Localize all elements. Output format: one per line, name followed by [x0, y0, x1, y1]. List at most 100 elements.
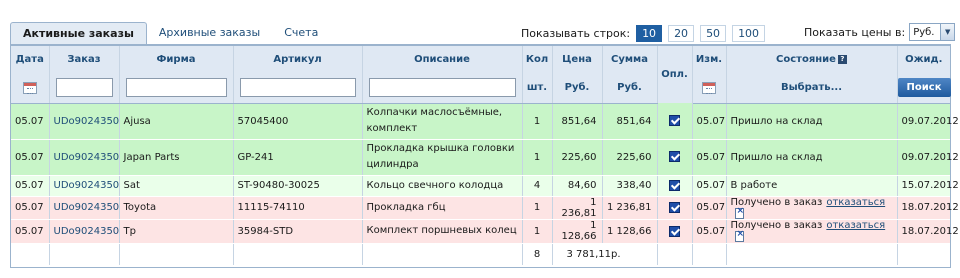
paid-checkbox[interactable] [669, 202, 680, 213]
order-link[interactable]: UDo9024350 [54, 202, 120, 213]
totals-empty-cell [49, 243, 120, 265]
cell-paid [657, 219, 693, 244]
cell-firm: Ajusa [119, 103, 234, 140]
col-header-expected[interactable]: Ожид. [897, 46, 950, 73]
cell-price: 1 128,66 [552, 219, 603, 244]
status-text: Получено в заказ [730, 220, 823, 231]
totals-empty-cell [11, 243, 50, 265]
status-choose-link[interactable]: Выбрать... [781, 82, 842, 93]
tab-invoices[interactable]: Счета [272, 22, 330, 44]
cell-date: 05.07 [11, 103, 50, 140]
cancel-document-icon[interactable] [734, 229, 744, 242]
rows-option-10[interactable]: 10 [636, 25, 663, 42]
cancel-order-link[interactable]: отказаться [826, 197, 885, 208]
cancel-order-link[interactable]: отказаться [826, 220, 885, 231]
col-subheader-sum: Руб. [602, 73, 658, 104]
cell-paid [657, 175, 693, 197]
col-header-sum[interactable]: Сумма [602, 46, 658, 73]
currency-select[interactable]: Руб. ▼ [909, 23, 956, 41]
firm-filter-input[interactable] [125, 78, 227, 98]
paid-checkbox[interactable] [669, 151, 680, 163]
totals-empty-cell [119, 243, 234, 265]
firm-filter-cell [119, 73, 234, 104]
cell-order[interactable]: UDo9024350 [49, 103, 120, 140]
col-header-paid[interactable]: Опл. [657, 46, 693, 103]
cell-expected: 09.07.2012 [897, 139, 959, 176]
col-subheader-qty: шт. [522, 73, 553, 104]
cell-changed: 05.07 [692, 196, 727, 220]
cell-price: 225,60 [552, 139, 603, 176]
col-header-price[interactable]: Цена [552, 46, 603, 73]
cell-qty: 4 [522, 175, 553, 197]
cell-status: Пришло на склад [726, 103, 898, 140]
cell-sum: 338,40 [602, 175, 658, 197]
cell-changed: 05.07 [692, 103, 727, 140]
order-link[interactable]: UDo9024350 [54, 226, 120, 237]
cell-firm: Japan Parts [119, 139, 234, 176]
cell-paid [657, 196, 693, 220]
calendar-icon[interactable] [22, 81, 37, 94]
cell-article: GP-241 [233, 139, 363, 176]
col-header-article[interactable]: Артикул [233, 46, 363, 73]
totals-empty-cell [726, 243, 898, 265]
cancel-document-icon[interactable] [734, 206, 744, 219]
paid-checkbox[interactable] [669, 115, 680, 126]
col-header-status-label[interactable]: Состояние [776, 54, 836, 65]
tab-active-orders[interactable]: Активные заказы [10, 22, 147, 45]
cell-firm: Toyota [119, 196, 234, 220]
col-header-date[interactable]: Дата [11, 46, 50, 73]
description-filter-input[interactable] [368, 78, 516, 98]
cell-firm: Sat [119, 175, 234, 197]
order-link[interactable]: UDo9024350 [54, 152, 120, 163]
cell-status: Получено в заказ отказаться [726, 219, 898, 244]
orders-table: Дата Заказ Фирма Артикул Описание Кол Це… [11, 46, 959, 265]
rows-per-page-control: Показывать строк: 10 20 50 100 [521, 25, 771, 42]
cell-status: В работе [726, 175, 898, 197]
cell-sum: 1 128,66 [602, 219, 658, 244]
paid-checkbox[interactable] [669, 225, 680, 237]
cell-order[interactable]: UDo9024350 [49, 175, 120, 197]
cell-article: 57045400 [233, 103, 363, 140]
rows-option-100[interactable]: 100 [732, 25, 766, 42]
order-tabs: Активные заказы Архивные заказы Счета [10, 22, 330, 45]
search-button[interactable]: Поиск [897, 78, 951, 98]
col-header-description[interactable]: Описание [362, 46, 523, 73]
col-header-order[interactable]: Заказ [49, 46, 120, 73]
totals-row: 8 3 781,11р. [11, 243, 950, 265]
status-filter-cell: Выбрать... [726, 73, 898, 104]
cell-sum: 851,64 [602, 103, 658, 140]
order-filter-input[interactable] [55, 78, 113, 98]
cell-article: 11115-74110 [233, 196, 363, 220]
description-filter-cell [362, 73, 523, 104]
search-cell: Поиск [897, 73, 951, 104]
status-text: Получено в заказ [730, 196, 823, 208]
col-header-changed[interactable]: Изм. [692, 46, 727, 73]
tab-archive-orders[interactable]: Архивные заказы [147, 22, 272, 44]
cell-order[interactable]: UDo9024350 [49, 219, 120, 244]
cell-qty: 1 [522, 139, 553, 176]
cell-sum: 225,60 [602, 139, 658, 176]
calendar-icon[interactable] [702, 81, 716, 94]
cell-order[interactable]: UDo9024350 [49, 196, 120, 220]
help-icon[interactable]: ? [837, 55, 847, 64]
cell-expected: 18.07.2012 [897, 219, 959, 244]
totals-empty-cell [897, 243, 950, 265]
col-header-qty[interactable]: Кол [522, 46, 553, 73]
cell-changed: 05.07 [692, 219, 727, 244]
totals-empty-cell [692, 243, 727, 265]
totals-empty-cell [657, 243, 693, 265]
order-link[interactable]: UDo9024350 [54, 116, 120, 127]
rows-option-50[interactable]: 50 [700, 25, 727, 42]
article-filter-input[interactable] [239, 78, 356, 98]
order-link[interactable]: UDo9024350 [54, 180, 120, 191]
paid-checkbox[interactable] [669, 179, 680, 191]
date-filter-cell [11, 73, 50, 104]
rows-option-20[interactable]: 20 [668, 25, 695, 42]
cell-description: Колпачки маслосъёмные, комплект [362, 103, 523, 140]
cell-description: Кольцо свечного колодца [362, 175, 523, 197]
cell-order[interactable]: UDo9024350 [49, 139, 120, 176]
cell-status: Получено в заказ отказаться [726, 196, 898, 220]
cell-qty: 1 [522, 196, 553, 220]
col-header-firm[interactable]: Фирма [119, 46, 234, 73]
cell-price: 1 236,81 [552, 196, 603, 220]
